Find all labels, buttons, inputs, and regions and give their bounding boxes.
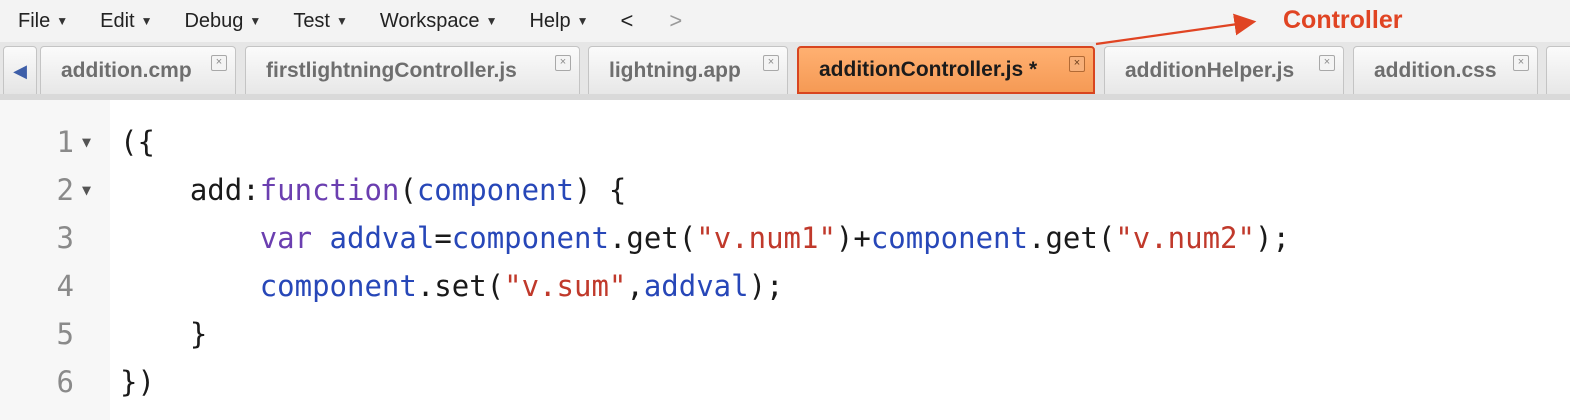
code-line: 6 }) [0,358,1570,406]
tab-label: additionHelper.js [1125,58,1295,82]
token: ) { [573,173,627,207]
tab-additionhelper-js[interactable]: additionHelper.js × [1104,46,1344,94]
token: }) [120,365,155,399]
tab-bar: ◀ addition.cmp × firstlightningControlle… [0,42,1570,101]
token-keyword: var [259,221,313,255]
tab-scroll-left-button[interactable]: ◀ [3,46,37,96]
token: = [434,221,452,255]
token: ({ [120,125,155,159]
menu-file[interactable]: File ▼ [0,0,82,42]
menu-test[interactable]: Test ▼ [275,0,362,42]
menu-edit-label: Edit [100,9,135,32]
fold-arrow-icon[interactable]: ▼ [82,166,91,214]
token-keyword: function [259,173,400,207]
menu-file-label: File [18,9,51,32]
menu-help[interactable]: Help ▼ [511,0,602,42]
caret-down-icon: ▼ [140,14,153,28]
menu-debug[interactable]: Debug ▼ [166,0,275,42]
tab-additioncontroller-js[interactable]: additionController.js * × [797,46,1095,94]
line-number: 6 [56,365,74,399]
tab-addition-css[interactable]: addition.css × [1353,46,1538,94]
line-number: 1 [56,125,74,159]
back-button[interactable]: < [602,8,651,34]
caret-down-icon: ▼ [336,14,348,28]
menu-workspace-label: Workspace [379,9,480,32]
token: .get( [608,221,697,255]
close-icon[interactable]: × [1069,56,1085,72]
close-icon[interactable]: × [211,55,227,71]
close-icon[interactable]: × [555,55,571,71]
token: ); [748,269,784,303]
token-identifier: component [451,221,609,255]
token: .get( [1027,221,1116,255]
token-identifier: addval [329,221,435,255]
caret-down-icon: ▼ [485,14,498,28]
line-number: 2 [56,173,74,207]
tab-firstlightningcontroller-js[interactable]: firstlightningController.js × [245,46,580,94]
tab-addition-cmp[interactable]: addition.cmp × [40,46,236,94]
token: )+ [835,221,871,255]
token-identifier: addval [643,269,749,303]
tab-label: additionController.js * [819,58,1038,81]
code-text: component.set("v.sum",addval); [120,262,784,310]
forward-button[interactable]: > [651,8,700,34]
tab-label: lightning.app [609,58,741,82]
tab-label: addition.css [1374,58,1497,82]
close-icon[interactable]: × [1513,55,1529,71]
tab-label: firstlightningController.js [266,58,517,82]
token: ( [399,173,417,207]
caret-down-icon: ▼ [56,14,69,28]
token: .set( [416,269,505,303]
close-icon[interactable]: × [763,55,779,71]
code-line: 1 ▼ ({ [0,118,1570,166]
token-identifier: component [870,221,1028,255]
code-line: 2 ▼ add:function(component) { [0,166,1570,214]
code-line: 5 } [0,310,1570,358]
line-number: 4 [56,269,74,303]
token: ); [1254,221,1290,255]
code-text: add:function(component) { [120,166,627,214]
close-icon[interactable]: × [1319,55,1335,71]
code-line: 3 var addval=component.get("v.num1")+com… [0,214,1570,262]
token: add: [189,173,260,207]
caret-down-icon: ▼ [576,14,589,28]
code-text: } [120,310,207,358]
line-number: 5 [56,317,74,351]
code-editor[interactable]: 1 ▼ ({ 2 ▼ add:function(component) { 3 v… [0,100,1570,420]
token-identifier: component [259,269,417,303]
fold-arrow-icon[interactable]: ▼ [82,118,91,166]
code-text: }) [120,358,155,406]
menu-workspace[interactable]: Workspace ▼ [362,0,512,42]
menu-help-label: Help [529,9,571,32]
tab-overflow[interactable] [1546,46,1570,94]
token: } [189,317,208,351]
line-number: 3 [56,221,74,255]
caret-down-icon: ▼ [249,14,262,28]
menu-test-label: Test [293,9,330,32]
token-string: "v.sum" [504,269,627,303]
arrow-left-icon: ◀ [13,60,27,81]
tab-label: addition.cmp [61,58,192,82]
token-string: "v.num1" [696,221,836,255]
token-identifier: component [416,173,574,207]
code-text: var addval=component.get("v.num1")+compo… [120,214,1290,262]
code-line: 4 component.set("v.sum",addval); [0,262,1570,310]
tab-lightning-app[interactable]: lightning.app × [588,46,788,94]
code-text: ({ [120,118,155,166]
token-string: "v.num2" [1115,221,1255,255]
token: , [626,269,644,303]
annotation-label: Controller [1283,6,1403,34]
menu-debug-label: Debug [184,9,244,32]
menu-edit[interactable]: Edit ▼ [82,0,166,42]
